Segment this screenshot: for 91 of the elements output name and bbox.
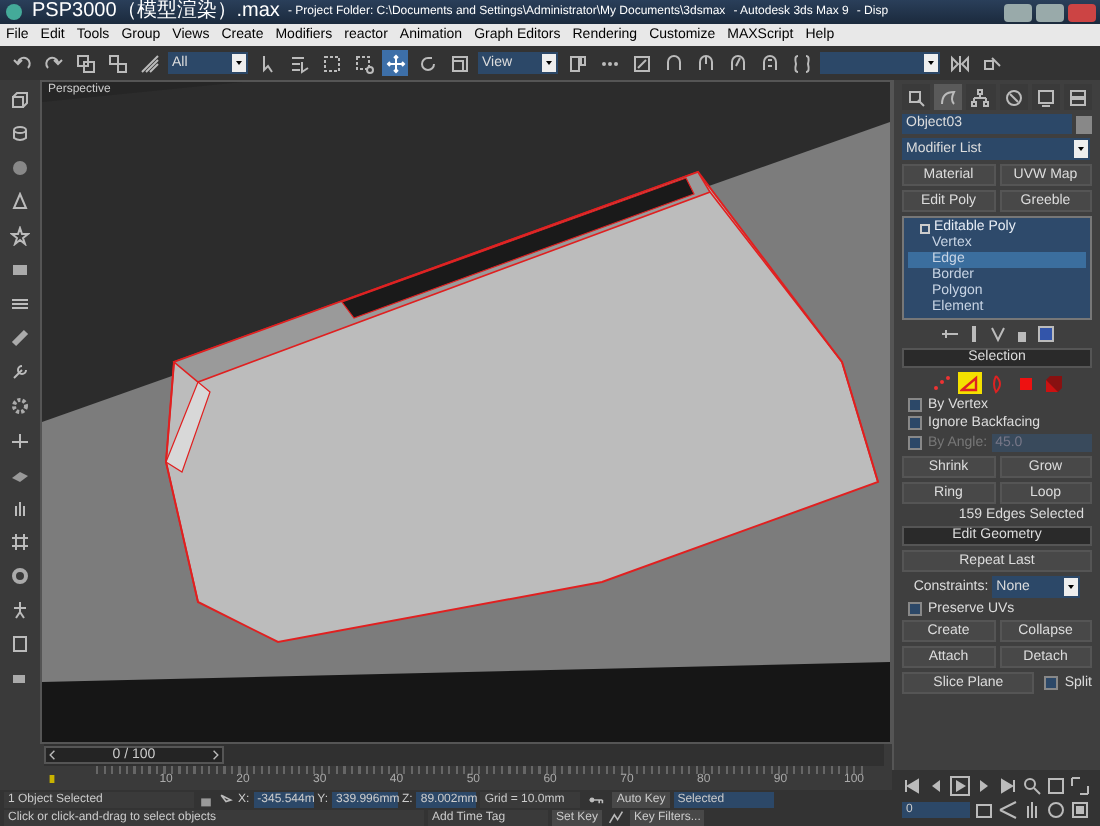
tool-button[interactable] <box>350 50 376 76</box>
fork-icon <box>987 324 1007 344</box>
subobject-level-button[interactable] <box>957 372 981 394</box>
move-icon <box>385 53 405 73</box>
tool-button[interactable] <box>564 50 590 76</box>
tool-button[interactable] <box>788 50 814 76</box>
polygon-square-icon <box>1015 373 1035 393</box>
caret-icon <box>234 58 244 68</box>
tool-button[interactable] <box>7 222 33 248</box>
play-icon <box>950 776 970 796</box>
spinner-magnet-icon <box>759 53 779 73</box>
tool-button[interactable] <box>104 50 130 76</box>
pin-icon <box>939 324 959 344</box>
tool-button[interactable] <box>7 188 33 214</box>
monitor-icon <box>1035 87 1056 107</box>
key-curve-icon <box>606 809 627 825</box>
tool-button[interactable] <box>7 86 33 112</box>
panel-tab[interactable] <box>1063 84 1093 110</box>
sphere-icon <box>10 157 30 177</box>
named-selection-dropdown[interactable] <box>820 52 940 74</box>
motion-circle-icon <box>1003 87 1024 107</box>
align-icon <box>981 53 1001 73</box>
axis-icon <box>10 429 30 449</box>
checkbox[interactable] <box>908 398 922 412</box>
tool-button[interactable] <box>72 50 98 76</box>
object-color-swatch[interactable] <box>1076 115 1092 133</box>
zoom-icon <box>1022 776 1042 796</box>
unlink-icon <box>107 53 127 73</box>
magnet-icon <box>663 53 683 73</box>
scale-icon <box>449 53 469 73</box>
hierarchy-icon <box>970 87 991 107</box>
link-icon <box>75 53 95 73</box>
caret-icon <box>1076 144 1086 154</box>
mirror-icon <box>949 53 969 73</box>
tool-button[interactable] <box>7 630 33 656</box>
field-of-view-icon <box>998 800 1018 820</box>
element-cube-icon <box>1043 373 1063 393</box>
tool-button[interactable] <box>318 50 344 76</box>
braces-icon <box>791 53 811 73</box>
tool-button[interactable] <box>446 50 472 76</box>
region-select-icon <box>321 53 341 73</box>
window-crossing-icon <box>353 53 373 73</box>
panel-tab[interactable] <box>1031 84 1060 110</box>
go-to-start-icon <box>902 776 922 796</box>
redo-icon <box>43 53 63 73</box>
tool-button[interactable] <box>628 50 654 76</box>
panel-tab[interactable] <box>934 84 963 110</box>
vertex-dots-icon <box>931 373 951 393</box>
tool-button[interactable] <box>7 392 33 418</box>
tool-button[interactable] <box>7 562 33 588</box>
tool-button[interactable] <box>7 528 33 554</box>
maximize-button[interactable] <box>1036 3 1064 21</box>
tool-button[interactable] <box>946 50 972 76</box>
caret-icon <box>544 58 554 68</box>
cylinder-icon <box>10 123 30 143</box>
percent-magnet-icon <box>727 53 747 73</box>
torus-icon <box>10 565 30 585</box>
active-tool-button[interactable] <box>382 50 408 76</box>
border-loop-icon <box>987 373 1007 393</box>
rotate-icon <box>417 53 437 73</box>
cone-icon <box>10 191 30 211</box>
caret-icon <box>1066 582 1077 592</box>
tool-button[interactable] <box>7 324 33 350</box>
grid-icon <box>10 531 30 551</box>
wrench-icon <box>10 361 30 381</box>
app-logo-icon <box>4 2 24 22</box>
minimize-button[interactable] <box>1004 3 1032 21</box>
tool-button[interactable] <box>136 50 162 76</box>
gear-icon <box>10 395 30 415</box>
zoom-extents-icon <box>1070 776 1090 796</box>
stack-icon <box>10 293 30 313</box>
panel-tab[interactable] <box>902 84 931 110</box>
maximize-viewport-icon <box>1070 800 1090 820</box>
tool-button[interactable] <box>7 120 33 146</box>
panel-icon <box>10 259 30 279</box>
checkbox[interactable] <box>908 416 922 430</box>
cube-icon <box>10 89 30 109</box>
undo-icon <box>11 53 31 73</box>
edge-triangle-icon <box>959 373 979 393</box>
caret-icon <box>926 58 936 68</box>
select-list-icon <box>289 53 309 73</box>
checkbox[interactable] <box>1044 676 1059 690</box>
checkbox[interactable] <box>908 602 922 616</box>
modify-curve-icon <box>938 87 959 107</box>
figure-icon <box>10 599 30 619</box>
go-to-end-icon <box>998 776 1018 796</box>
checkbox-square-icon <box>631 53 651 73</box>
angle-magnet-icon <box>695 53 715 73</box>
panel-tab[interactable] <box>966 84 996 110</box>
panel-tab[interactable] <box>999 84 1028 110</box>
star-icon <box>10 225 30 245</box>
